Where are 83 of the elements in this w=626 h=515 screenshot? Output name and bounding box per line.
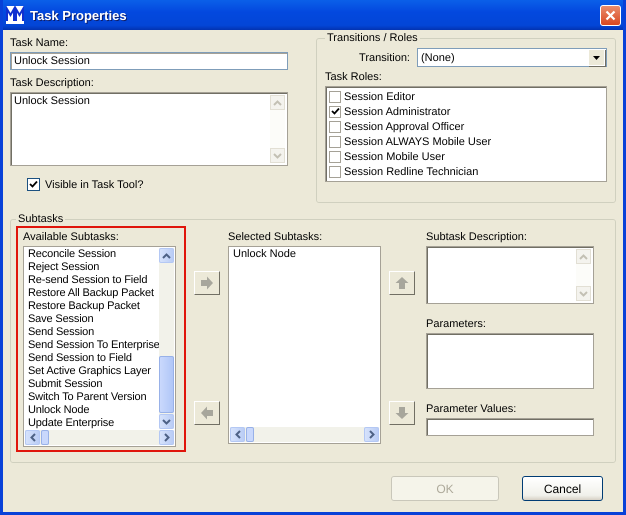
list-item[interactable]: Save Session (28, 313, 157, 326)
field-label: Transition: (358, 52, 410, 64)
scroll-thumb[interactable] (246, 427, 254, 442)
down-arrow-icon (395, 406, 409, 420)
checkbox[interactable] (329, 136, 341, 148)
list-item[interactable]: Re-send Session to Field (28, 274, 157, 287)
task-name-field[interactable]: Unlock Session (10, 52, 288, 70)
checkbox[interactable] (27, 178, 40, 191)
list-item[interactable]: Update Enterprise (28, 417, 157, 430)
role-label: Session Editor (344, 90, 415, 102)
checkbox[interactable] (329, 166, 341, 178)
move-down-button[interactable] (389, 401, 415, 425)
role-label: Session ALWAYS Mobile User (344, 136, 492, 148)
scroll-left-button[interactable] (230, 427, 245, 442)
role-label: Session Mobile User (344, 150, 445, 162)
chevron-up-icon (273, 100, 282, 106)
remove-button[interactable] (194, 401, 220, 425)
chevron-down-icon (162, 418, 171, 424)
list-item[interactable]: Restore Backup Packet (28, 300, 157, 313)
role-label: Session Administrator (344, 106, 450, 118)
field-label: Task Description: (10, 77, 95, 90)
vertical-scrollbar[interactable] (159, 248, 174, 429)
app-icon (6, 6, 24, 24)
checkbox[interactable] (329, 150, 341, 162)
field-label: Subtask Description: (426, 231, 528, 244)
horizontal-scrollbar[interactable] (25, 430, 174, 445)
chevron-down-icon (579, 290, 588, 296)
close-icon (605, 10, 616, 20)
close-button[interactable] (600, 4, 621, 26)
checkbox[interactable] (329, 106, 341, 118)
chevron-up-icon (162, 252, 171, 258)
checkbox[interactable] (329, 120, 341, 132)
group-title: Transitions / Roles (326, 32, 419, 44)
list-item[interactable]: Send Session To Enterprise (28, 339, 157, 352)
list-item[interactable]: Reconcile Session (28, 248, 157, 261)
list-item[interactable]: Submit Session (28, 378, 157, 391)
scroll-thumb[interactable] (41, 430, 49, 445)
list-label: Selected Subtasks: (228, 231, 324, 244)
chevron-left-icon (234, 430, 240, 439)
horizontal-scrollbar[interactable] (230, 427, 379, 442)
dialog-button[interactable]: Cancel (522, 476, 603, 501)
scroll-left-button[interactable] (25, 430, 40, 445)
field-label: Task Roles: (325, 71, 383, 84)
add-button[interactable] (194, 271, 220, 295)
window-title: Task Properties (30, 8, 128, 22)
task-description-field[interactable]: Unlock Session (10, 92, 288, 166)
scroll-down-button[interactable] (159, 414, 174, 429)
left-arrow-icon (200, 406, 214, 420)
list-item[interactable]: Send Session (28, 326, 157, 339)
list-label: Available Subtasks: (23, 231, 120, 244)
list-item[interactable]: Switch To Parent Version (28, 391, 157, 404)
role-label: Session Approval Officer (344, 120, 464, 132)
list-item[interactable]: Set Active Graphics Layer (28, 365, 157, 378)
chevron-right-icon (368, 430, 374, 439)
move-up-button[interactable] (389, 271, 415, 295)
list-item[interactable]: Reject Session (28, 261, 157, 274)
field-label: Task Name: (10, 37, 70, 50)
transition-dropdown[interactable]: (None) (417, 48, 607, 67)
field-label: Parameter Values: (426, 403, 518, 416)
caret-icon (593, 56, 600, 60)
scroll-right-button[interactable] (364, 427, 379, 442)
chevron-down-icon (273, 152, 282, 158)
scroll-up-button[interactable] (159, 248, 174, 263)
parameters-field[interactable] (426, 333, 594, 389)
parameter-values-field[interactable] (426, 418, 594, 436)
list-item[interactable]: Restore All Backup Packet (28, 287, 157, 300)
subtask-description-field[interactable] (426, 246, 594, 304)
checkbox-label: Visible in Task Tool? (45, 178, 144, 190)
list-item[interactable]: Unlock Node (233, 248, 378, 261)
list-item[interactable]: Send Session to Field (28, 352, 157, 365)
dropdown-button[interactable] (588, 49, 605, 66)
group-title: Subtasks (17, 213, 64, 225)
scroll-thumb[interactable] (159, 356, 174, 413)
right-arrow-icon (200, 276, 214, 290)
checkbox[interactable] (329, 90, 341, 102)
chevron-left-icon (30, 433, 36, 442)
chevron-right-icon (164, 433, 170, 442)
list-item[interactable]: Unlock Node (28, 404, 157, 417)
up-arrow-icon (395, 276, 409, 290)
role-label: Session Redline Technician (344, 166, 478, 178)
chevron-up-icon (579, 254, 588, 260)
scroll-right-button[interactable] (159, 430, 174, 445)
field-label: Parameters: (426, 318, 487, 331)
